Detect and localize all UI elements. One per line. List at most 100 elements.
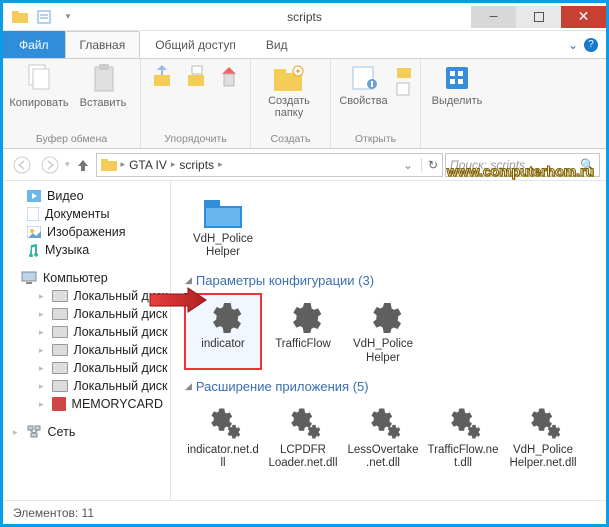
refresh-icon[interactable]: ↻ [421, 158, 438, 172]
paste-icon [89, 63, 117, 95]
file-item[interactable]: TrafficFlow [265, 294, 341, 368]
ribbon-group-organize: Упорядочить [141, 59, 251, 148]
sidebar-item-drive[interactable]: ▸Локальный диск [3, 305, 170, 323]
ribbon-tabs: Файл Главная Общий доступ Вид ⌄ ? [3, 31, 606, 59]
chevron-down-icon: ◢ [185, 381, 192, 392]
sidebar-item-video[interactable]: Видео [3, 187, 170, 205]
video-icon [27, 190, 41, 202]
nav-back-button[interactable] [9, 153, 35, 177]
qat-dropdown-icon[interactable]: ▾ [57, 7, 79, 27]
chevron-right-icon: ▸ [39, 363, 44, 374]
dropdown-icon[interactable]: ⌄ [403, 158, 413, 172]
sidebar-item-images[interactable]: Изображения [3, 223, 170, 241]
file-item-indicator[interactable]: indicator [185, 294, 261, 368]
file-item[interactable]: LCPDFR Loader.net.dll [265, 400, 341, 474]
navbar: ▾ ▸ GTA IV ▸ scripts ▸ ⌄ ↻ Поиск: script… [3, 149, 606, 181]
maximize-button[interactable] [516, 6, 561, 28]
file-item[interactable]: TrafficFlow.net.dll [425, 400, 501, 474]
sidebar-item-drive[interactable]: ▸Локальный диск [3, 359, 170, 377]
group-header[interactable]: ◢Параметры конфигурации (3) [185, 273, 596, 288]
sidebar-item-documents[interactable]: Документы [3, 205, 170, 223]
sidebar-item-computer[interactable]: Компьютер [3, 269, 170, 287]
file-item[interactable]: LessOvertake.net.dll [345, 400, 421, 474]
tab-share[interactable]: Общий доступ [140, 31, 251, 58]
sidebar: Видео Документы Изображения Музыка Компь… [3, 181, 171, 500]
delete-icon [218, 63, 240, 91]
ribbon-expand-icon[interactable]: ⌄ [568, 38, 578, 52]
delete-button[interactable] [216, 63, 242, 91]
sidebar-item-memorycard[interactable]: ▸MEMORYCARD [3, 395, 170, 413]
address-bar[interactable]: ▸ GTA IV ▸ scripts ▸ ⌄ ↻ [96, 153, 443, 177]
chevron-right-icon: ▸ [39, 345, 44, 356]
qat-properties-icon[interactable] [33, 7, 55, 27]
copy-to-button[interactable] [183, 63, 209, 91]
ribbon-group-open: Свойства Открыть [331, 59, 421, 148]
chevron-right-icon: ▸ [39, 327, 44, 338]
chevron-right-icon[interactable]: ▸ [171, 159, 176, 170]
drive-icon [52, 362, 68, 374]
gears-icon [361, 404, 405, 444]
sidebar-item-drive[interactable]: ▸Локальный диск [3, 287, 170, 305]
gear-icon [283, 298, 323, 338]
chevron-right-icon: ▸ [39, 291, 44, 302]
qat-folder-icon[interactable] [9, 7, 31, 27]
file-item[interactable]: VdH_Police Helper [345, 294, 421, 368]
close-button[interactable]: ✕ [561, 6, 606, 28]
properties-button[interactable]: Свойства [339, 63, 388, 107]
chevron-down-icon: ◢ [185, 275, 192, 286]
tab-home[interactable]: Главная [65, 31, 141, 58]
tab-view[interactable]: Вид [251, 31, 303, 58]
ribbon-body: Копировать Вставить Буфер обмена Упорядо… [3, 59, 606, 149]
search-placeholder: Поиск: scripts [450, 158, 525, 172]
gears-icon [201, 404, 245, 444]
search-input[interactable]: Поиск: scripts 🔍 [445, 153, 600, 177]
chevron-right-icon[interactable]: ▸ [121, 159, 126, 170]
gear-icon [363, 298, 403, 338]
nav-forward-button[interactable] [37, 153, 63, 177]
sidebar-item-music[interactable]: Музыка [3, 241, 170, 259]
status-item-count: Элементов: 11 [13, 506, 94, 520]
statusbar: Элементов: 11 [3, 500, 606, 524]
minimize-button[interactable]: ─ [471, 6, 516, 28]
folder-new-icon: ✦ [272, 63, 306, 93]
file-item[interactable]: VdH_Police Helper.net.dll [505, 400, 581, 474]
select-button[interactable]: Выделить [429, 63, 485, 107]
music-icon [27, 243, 39, 257]
nav-up-button[interactable] [72, 154, 94, 176]
file-tab[interactable]: Файл [3, 31, 65, 58]
gears-icon [441, 404, 485, 444]
gears-icon [281, 404, 325, 444]
help-icon[interactable]: ? [584, 38, 598, 52]
copy-to-icon [185, 63, 207, 91]
breadcrumb-item[interactable]: scripts [179, 158, 214, 172]
ribbon-group-label: Создать [259, 131, 322, 148]
move-button[interactable] [149, 63, 175, 91]
drive-icon [52, 290, 68, 302]
file-pane: VdH_Police Helper ◢Параметры конфигураци… [171, 181, 606, 500]
chevron-right-icon: ▸ [39, 309, 44, 320]
chevron-right-icon: ▸ [13, 427, 18, 438]
drive-icon [52, 308, 68, 320]
drive-icon [52, 380, 68, 392]
computer-icon [21, 271, 37, 285]
copy-button[interactable]: Копировать [11, 63, 67, 109]
select-icon [442, 63, 472, 93]
sidebar-item-network[interactable]: ▸Сеть [3, 423, 170, 441]
group-header[interactable]: ◢Расширение приложения (5) [185, 379, 596, 394]
file-item[interactable]: VdH_Police Helper [185, 189, 261, 263]
new-folder-button[interactable]: ✦ Создать папку [259, 63, 319, 119]
breadcrumb-item[interactable]: GTA IV [129, 158, 167, 172]
paste-button[interactable]: Вставить [75, 63, 131, 109]
search-icon: 🔍 [580, 158, 595, 172]
chevron-right-icon[interactable]: ▸ [218, 159, 223, 170]
drive-icon [52, 344, 68, 356]
edit-icon[interactable] [396, 82, 412, 96]
sidebar-item-drive[interactable]: ▸Локальный диск [3, 377, 170, 395]
copy-icon [25, 63, 53, 95]
sidebar-item-drive[interactable]: ▸Локальный диск [3, 323, 170, 341]
nav-history-dropdown[interactable]: ▾ [65, 159, 70, 170]
file-item[interactable]: indicator.net.dll [185, 400, 261, 474]
ribbon-group-new: ✦ Создать папку Создать [251, 59, 331, 148]
open-icon[interactable] [396, 65, 412, 79]
sidebar-item-drive[interactable]: ▸Локальный диск [3, 341, 170, 359]
